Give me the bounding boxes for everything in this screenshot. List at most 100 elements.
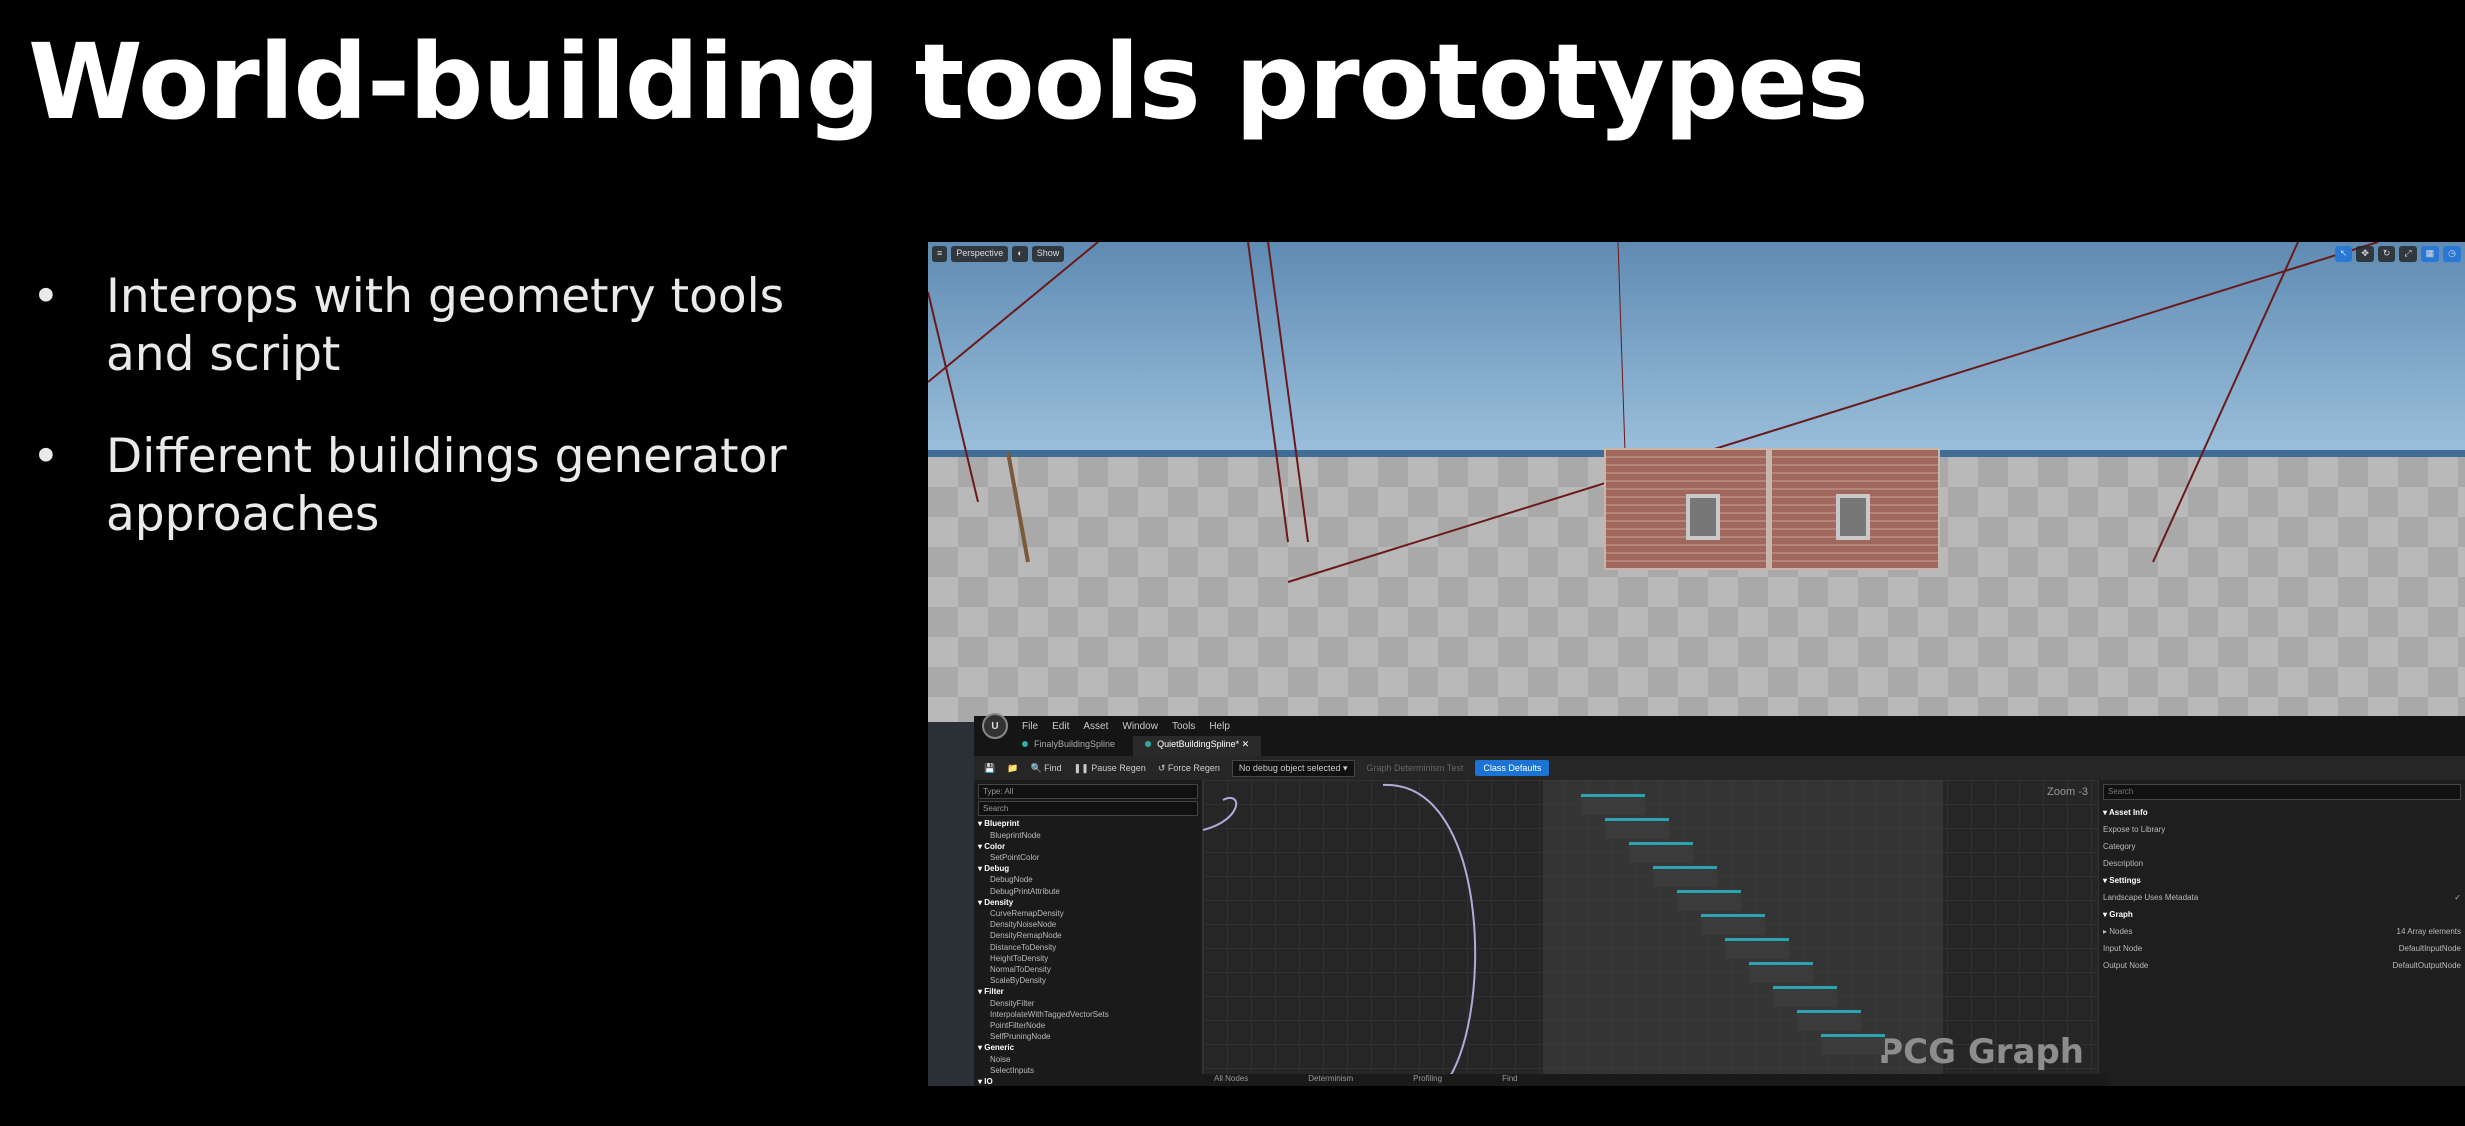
graph-node[interactable] — [1629, 842, 1693, 863]
details-property-row[interactable]: Expose to Library — [2103, 821, 2461, 838]
force-regen-button[interactable]: ↺ Force Regen — [1158, 763, 1220, 774]
pause-regen-button[interactable]: ❚❚ Pause Regen — [1074, 763, 1146, 774]
palette-node-item[interactable]: SelfPruningNode — [978, 1031, 1198, 1042]
building-pillar — [1766, 450, 1772, 568]
viewport-toolbar-left: ≡ Perspective ◐ Show — [932, 246, 1065, 262]
menu-file[interactable]: File — [1022, 721, 1038, 732]
slide-title: World-building tools prototypes — [28, 21, 1869, 143]
details-search-input[interactable]: Search — [2103, 784, 2461, 800]
status-all-nodes[interactable]: All Nodes — [1214, 1074, 1248, 1086]
details-section-header[interactable]: ▾ Settings — [2103, 872, 2461, 889]
details-section-header[interactable]: ▾ Asset Info — [2103, 804, 2461, 821]
bullet-dot-icon: • — [32, 269, 60, 324]
palette-type-filter[interactable]: Type: All — [978, 784, 1198, 800]
graph-canvas[interactable]: Zoom -3 PCG Graph — [1203, 780, 2098, 1086]
details-property-row[interactable]: Input Node DefaultInputNode — [2103, 940, 2461, 957]
editor-toolbar: 💾 📁 🔍 Find ❚❚ Pause Regen ↺ Force Regen … — [974, 756, 2465, 781]
menu-window[interactable]: Window — [1122, 721, 1158, 732]
bullet-text-line: approaches — [106, 487, 380, 542]
details-section-header[interactable]: ▾ Graph — [2103, 906, 2461, 923]
palette-node-item[interactable]: CurveRemapDensity — [978, 908, 1198, 919]
graph-node[interactable] — [1677, 890, 1741, 911]
graph-node[interactable] — [1725, 938, 1789, 959]
details-property-row[interactable]: Landscape Uses Metadata ✓ — [2103, 889, 2461, 906]
building-prototype[interactable] — [1604, 448, 1940, 570]
palette-node-item[interactable]: SetPointColor — [978, 852, 1198, 863]
palette-category[interactable]: ▾ Density — [978, 897, 1198, 908]
save-icon[interactable]: 💾 — [984, 763, 995, 774]
palette-node-item[interactable]: DebugPrintAttribute — [978, 886, 1198, 897]
tab-label: FinalyBuildingSpline — [1034, 739, 1116, 749]
property-label: ▾ Graph — [2103, 910, 2133, 919]
level-viewport[interactable]: ≡ Perspective ◐ Show ↖ ✥ ↻ ⤢ ▦ ◷ — [928, 242, 2465, 722]
translate-icon[interactable]: ✥ — [2356, 246, 2374, 262]
palette-category[interactable]: ▾ IO — [978, 1076, 1198, 1086]
tab-finaly-building-spline[interactable]: FinalyBuildingSpline — [1010, 736, 1127, 756]
palette-node-item[interactable]: InterpolateWithTaggedVectorSets — [978, 1009, 1198, 1020]
palette-node-item[interactable]: DebugNode — [978, 874, 1198, 885]
rotate-icon[interactable]: ↻ — [2377, 246, 2396, 262]
palette-node-item[interactable]: DensityNoiseNode — [978, 919, 1198, 930]
details-property-row[interactable]: Description — [2103, 855, 2461, 872]
palette-node-item[interactable]: DistanceToDensity — [978, 942, 1198, 953]
show-button[interactable]: Show — [1031, 246, 1065, 262]
palette-search-input[interactable]: Search — [978, 801, 1198, 817]
details-property-row[interactable]: ▸ Nodes 14 Array elements — [2103, 923, 2461, 940]
graph-node[interactable] — [1797, 1010, 1861, 1031]
palette-category[interactable]: ▾ Blueprint — [978, 818, 1198, 829]
grid-snap-icon[interactable]: ▦ — [2420, 246, 2440, 262]
menu-edit[interactable]: Edit — [1052, 721, 1069, 732]
scale-icon[interactable]: ⤢ — [2399, 246, 2417, 262]
palette-node-item[interactable]: ScaleByDensity — [978, 975, 1198, 986]
viewport-menu-button[interactable]: ≡ — [932, 246, 948, 262]
status-find[interactable]: Find — [1502, 1074, 1518, 1086]
palette-node-item[interactable]: BlueprintNode — [978, 830, 1198, 841]
camera-speed-icon[interactable]: ◷ — [2443, 246, 2461, 262]
graph-status-bar: All Nodes Determinism Profiling Find — [1194, 1074, 2107, 1086]
details-property-row[interactable]: Output Node DefaultOutputNode — [2103, 957, 2461, 974]
palette-node-item[interactable]: NormalToDensity — [978, 964, 1198, 975]
graph-node[interactable] — [1749, 962, 1813, 983]
find-button[interactable]: 🔍 Find — [1030, 763, 1061, 774]
palette-node-item[interactable]: PointFilterNode — [978, 1020, 1198, 1031]
palette-category[interactable]: ▾ Debug — [978, 863, 1198, 874]
menu-asset[interactable]: Asset — [1083, 721, 1108, 732]
tab-quiet-building-spline[interactable]: QuietBuildingSpline* ✕ — [1133, 736, 1262, 756]
bullet-text-line: Interops with geometry tools — [106, 269, 785, 324]
details-property-row[interactable]: Category — [2103, 838, 2461, 855]
property-value[interactable]: ✓ — [2454, 889, 2461, 906]
palette-node-item[interactable]: HeightToDensity — [978, 953, 1198, 964]
palette-category[interactable]: ▾ Color — [978, 841, 1198, 852]
property-value[interactable]: 14 Array elements — [2397, 923, 2461, 940]
menu-tools[interactable]: Tools — [1172, 721, 1195, 732]
debug-object-value: No debug object selected — [1238, 762, 1341, 773]
palette-node-item[interactable]: DensityRemapNode — [978, 930, 1198, 941]
lit-button[interactable]: ◐ — [1012, 246, 1028, 262]
graph-node[interactable] — [1701, 914, 1765, 935]
property-value[interactable]: DefaultOutputNode — [2393, 957, 2462, 974]
palette-category[interactable]: ▾ Generic — [978, 1042, 1198, 1053]
property-value[interactable]: DefaultInputNode — [2399, 940, 2461, 957]
debug-object-select[interactable]: No debug object selected ▾ — [1231, 759, 1355, 777]
status-profiling[interactable]: Profiling — [1413, 1074, 1442, 1086]
select-mode-icon[interactable]: ↖ — [2334, 246, 2353, 262]
palette-category[interactable]: ▾ Filter — [978, 986, 1198, 997]
graph-node[interactable] — [1821, 1034, 1885, 1055]
graph-node[interactable] — [1581, 794, 1645, 815]
bullet-list: • Interops with geometry tools and scrip… — [28, 268, 828, 588]
browse-icon[interactable]: 📁 — [1007, 763, 1018, 774]
palette-node-item[interactable]: SelectInputs — [978, 1065, 1198, 1076]
asset-tab-icon — [1022, 741, 1028, 747]
palette-node-item[interactable]: Noise — [978, 1054, 1198, 1065]
perspective-button[interactable]: Perspective — [951, 246, 1009, 262]
graph-node[interactable] — [1773, 986, 1837, 1007]
close-tab-icon[interactable]: ✕ — [1242, 739, 1250, 749]
graph-node[interactable] — [1653, 866, 1717, 887]
palette-node-item[interactable]: DensityFilter — [978, 998, 1198, 1009]
menu-help[interactable]: Help — [1209, 721, 1230, 732]
class-defaults-button[interactable]: Class Defaults — [1475, 760, 1550, 776]
status-determinism[interactable]: Determinism — [1308, 1074, 1353, 1086]
graph-determinism-button[interactable]: Graph Determinism Test — [1367, 763, 1464, 773]
graph-node[interactable] — [1605, 818, 1669, 839]
unreal-logo-icon[interactable]: U — [982, 713, 1008, 739]
